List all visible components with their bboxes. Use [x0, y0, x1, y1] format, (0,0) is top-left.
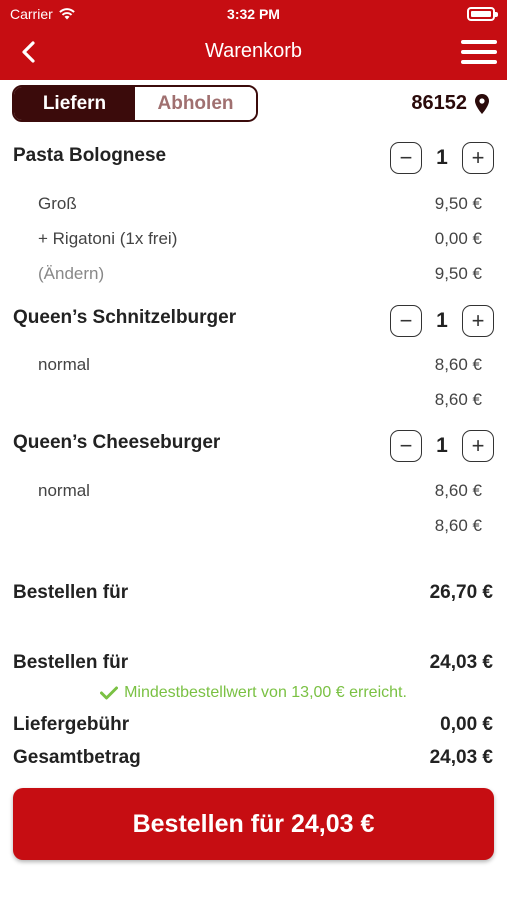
quantity-value: 1 [436, 146, 448, 169]
item-total-price: 8,60 € [434, 516, 482, 535]
delivery-fee-label: Liefergebühr [13, 714, 130, 735]
item-option-price: 8,60 € [434, 355, 482, 374]
zip-code: 86152 [411, 92, 467, 114]
item-total-price: 9,50 € [434, 264, 482, 283]
item-option-price: 8,60 € [434, 481, 482, 500]
item-option-label: normal [38, 355, 90, 374]
place-order-button[interactable]: Bestellen für 24,03 € [13, 788, 494, 860]
delivery-fee-value: 0,00 € [440, 714, 493, 735]
cart-item-title: Pasta Bolognese [13, 145, 167, 166]
battery-icon [467, 7, 498, 21]
checkmark-icon [100, 686, 119, 700]
min-order-text: Mindestbestellwert von 13,00 € erreicht. [124, 684, 407, 701]
quantity-stepper: − 1 + [390, 305, 494, 337]
menu-icon[interactable] [461, 38, 497, 66]
item-option-label: normal [38, 481, 90, 500]
grand-total-value: 24,03 € [429, 747, 493, 768]
delivery-mode-toggle: Liefern Abholen [12, 85, 258, 122]
location-zip[interactable]: 86152 [411, 92, 489, 115]
quantity-value: 1 [436, 434, 448, 457]
nav-row: Warenkorb [0, 30, 507, 74]
discounted-total-label: Bestellen für [13, 652, 129, 673]
grand-total-label: Gesamtbetrag [13, 747, 141, 768]
top-bar: Carrier 3:32 PM Warenkorb [0, 0, 507, 80]
increase-button[interactable]: + [462, 142, 494, 174]
quantity-stepper: − 1 + [390, 142, 494, 174]
item-option-price: 0,00 € [434, 229, 482, 248]
status-time: 3:32 PM [227, 6, 280, 22]
item-total-price: 8,60 € [434, 390, 482, 409]
subtotal-value: 26,70 € [429, 582, 493, 603]
quantity-stepper: − 1 + [390, 430, 494, 462]
page-title: Warenkorb [204, 40, 303, 62]
change-item-link[interactable]: (Ändern) [38, 264, 104, 284]
decrease-button[interactable]: − [390, 142, 422, 174]
decrease-button[interactable]: − [390, 430, 422, 462]
item-option-label: Groß [38, 194, 77, 213]
subtotal-label: Bestellen für [13, 582, 129, 603]
cart-item-title: Queen’s Cheeseburger [13, 432, 221, 453]
item-option-label: + Rigatoni (1x frei) [38, 229, 178, 248]
increase-button[interactable]: + [462, 430, 494, 462]
quantity-value: 1 [436, 309, 448, 332]
tab-pickup[interactable]: Abholen [135, 87, 256, 120]
item-option-price: 9,50 € [434, 194, 482, 213]
status-bar: Carrier 3:32 PM [0, 0, 507, 28]
cart-item-title: Queen’s Schnitzelburger [13, 307, 237, 328]
increase-button[interactable]: + [462, 305, 494, 337]
min-order-notice: Mindestbestellwert von 13,00 € erreicht. [0, 684, 507, 702]
tab-deliver[interactable]: Liefern [14, 87, 135, 120]
decrease-button[interactable]: − [390, 305, 422, 337]
discounted-total-value: 24,03 € [429, 652, 493, 673]
location-pin-icon [475, 93, 489, 114]
